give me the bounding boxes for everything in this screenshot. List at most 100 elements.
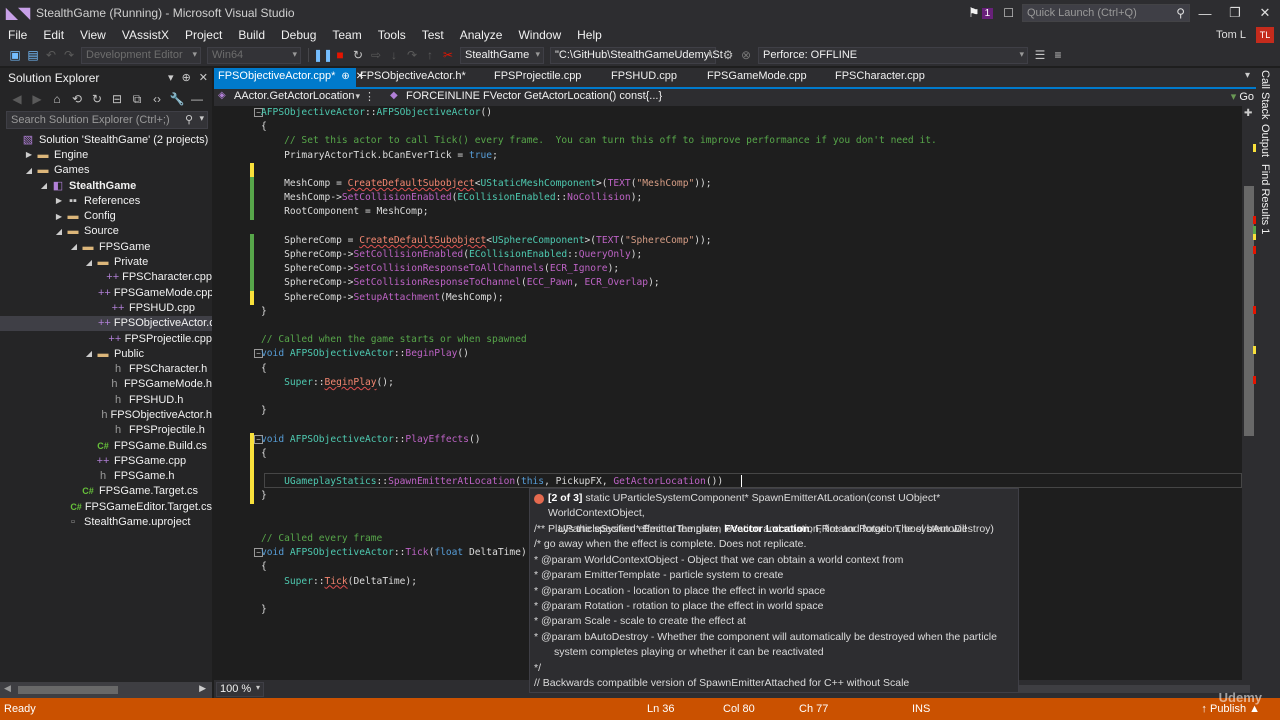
hot-reload-icon[interactable]: ✂ [439, 48, 457, 62]
menu-project[interactable]: Project [177, 28, 230, 42]
code-line[interactable]: } [261, 305, 267, 319]
home-icon[interactable]: ⌂ [48, 92, 66, 106]
collapse-all-icon[interactable]: ⊟ [108, 92, 126, 106]
pause-icon[interactable]: ❚❚ [313, 48, 333, 62]
code-line[interactable]: { [261, 447, 267, 461]
tree-item[interactable]: ▶ ▪▪ References [0, 193, 212, 208]
tab-call-stack[interactable]: Call Stack [1259, 70, 1271, 120]
tree-item[interactable]: ++ FPSGameMode.cpp [0, 285, 212, 300]
code-line[interactable]: { [261, 120, 267, 134]
restart-icon[interactable]: ↻ [349, 48, 367, 62]
tree-item[interactable]: C# FPSGame.Target.cs [0, 484, 212, 499]
menu-help[interactable]: Help [569, 28, 610, 42]
tree-item[interactable]: ++FPSObjectiveActor.cpp [0, 315, 212, 331]
code-line[interactable]: MeshComp = CreateDefaultSubobject<UStati… [261, 177, 711, 191]
pin-icon[interactable]: ⊕ [182, 71, 191, 84]
tree-item[interactable]: h FPSObjectiveActor.h [0, 407, 212, 422]
menu-edit[interactable]: Edit [35, 28, 72, 42]
code-line[interactable]: MeshComp->SetCollisionEnabled(ECollision… [261, 191, 642, 205]
comment-icon[interactable]: ≡ [1049, 48, 1067, 62]
code-line[interactable]: { [261, 362, 267, 376]
close-button[interactable]: ✕ [1250, 5, 1280, 21]
menu-build[interactable]: Build [230, 28, 273, 42]
format-icon[interactable]: ☰ [1031, 48, 1049, 62]
undo-icon[interactable]: ↶ [42, 48, 60, 62]
tree-item[interactable]: ◢ ▬ Public [0, 346, 212, 361]
cancel-icon[interactable]: ⊗ [737, 48, 755, 62]
forward-icon[interactable]: ▶ [28, 92, 46, 106]
tree-item[interactable]: h FPSCharacter.h [0, 361, 212, 376]
scroll-right-icon[interactable]: ▶ [199, 683, 206, 694]
solution-explorer-search-input[interactable]: Search Solution Explorer (Ctrl+;) ⚲ ▾ [6, 111, 208, 129]
expand-arrow-icon[interactable]: ▶ [53, 212, 65, 221]
tab-file[interactable]: FPSGameMode.cpp [703, 68, 831, 87]
menu-file[interactable]: File [0, 28, 35, 42]
tree-item[interactable]: C# FPSGameEditor.Target.cs [0, 499, 212, 514]
tab-file[interactable]: FPSObjectiveActor.h* [356, 68, 490, 87]
add-icon[interactable]: ✚ [1244, 108, 1252, 119]
dropdown-icon[interactable]: ▾ [168, 71, 174, 84]
horizontal-scrollbar[interactable]: ◀ ▶ [0, 682, 212, 698]
minimize-button[interactable]: — [1190, 6, 1220, 21]
avatar[interactable]: TL [1256, 27, 1274, 43]
tree-item[interactable]: ++ FPSProjectile.cpp [0, 331, 212, 346]
code-line[interactable]: RootComponent = MeshComp; [261, 205, 428, 219]
code-line[interactable]: // Called every frame [261, 532, 382, 546]
properties-icon[interactable]: 🔧 [168, 92, 186, 106]
command-line-select[interactable]: "C:\GitHub\StealthGameUdemy\St ▾ [550, 46, 723, 64]
tab-file[interactable]: FPSObjectiveActor.cpp* ⊕ ✕ [214, 68, 364, 87]
step-into-icon[interactable]: ↓ [385, 48, 403, 62]
chevron-down-icon[interactable]: ▾ [199, 113, 204, 124]
tree-item[interactable]: ◢ ▬ Private [0, 254, 212, 269]
menu-team[interactable]: Team [324, 28, 369, 42]
feedback-icon[interactable]: ☐ [1003, 6, 1014, 20]
tree-item[interactable]: h FPSGame.h [0, 469, 212, 484]
tree-item[interactable]: ◢ ▬ Games [0, 163, 212, 178]
step-over-icon[interactable]: ↷ [403, 48, 421, 62]
user-name[interactable]: Tom L [1216, 29, 1246, 41]
tree-item[interactable]: h FPSHUD.h [0, 392, 212, 407]
overload-indicator[interactable]: [2 of 3] [548, 492, 582, 504]
collapse-arrow-icon[interactable]: ◢ [83, 258, 95, 267]
menu-window[interactable]: Window [510, 28, 569, 42]
member-select[interactable]: ◆ FORCEINLINE FVector GetActorLocation()… [386, 90, 1206, 105]
tree-item[interactable]: ▫ StealthGame.uproject [0, 514, 212, 529]
vertical-scrollbar[interactable]: ✚ [1242, 106, 1256, 680]
tab-file[interactable]: FPSCharacter.cpp [831, 68, 941, 87]
code-line[interactable]: } [261, 489, 267, 503]
show-next-statement-icon[interactable]: ⇨ [367, 48, 385, 62]
tree-item[interactable]: ◢ ▬ Source [0, 224, 212, 239]
tree-item[interactable]: ◢ ◧ StealthGame [0, 178, 212, 193]
collapse-arrow-icon[interactable]: ◢ [23, 166, 35, 175]
tree-item[interactable]: ++ FPSGame.cpp [0, 453, 212, 468]
menu-test[interactable]: Test [414, 28, 452, 42]
scrollbar-thumb[interactable] [18, 686, 118, 694]
perforce-status-select[interactable]: Perforce: OFFLINE ▾ [758, 46, 1028, 64]
code-line[interactable]: void AFPSObjectiveActor::Tick(float Delt… [261, 546, 527, 560]
code-line[interactable]: void AFPSObjectiveActor::PlayEffects() [261, 433, 481, 447]
notification-count-badge[interactable]: 1 [981, 7, 994, 19]
tree-item[interactable]: C# FPSGame.Build.cs [0, 438, 212, 453]
collapse-arrow-icon[interactable]: ◢ [53, 227, 65, 236]
code-line[interactable]: SphereComp->SetCollisionResponseToAllCha… [261, 262, 619, 276]
sync-icon[interactable]: ⟲ [68, 92, 86, 106]
stop-icon[interactable]: ■ [331, 48, 349, 62]
code-line[interactable]: } [261, 404, 267, 418]
back-icon[interactable]: ◀ [8, 92, 26, 106]
tree-item[interactable]: h FPSProjectile.h [0, 423, 212, 438]
code-line[interactable]: SphereComp->SetCollisionResponseToChanne… [261, 276, 660, 290]
scroll-left-icon[interactable]: ◀ [4, 683, 11, 694]
save-all-icon[interactable]: ▤ [24, 48, 42, 62]
menu-analyze[interactable]: Analyze [452, 28, 511, 42]
tab-find-results[interactable]: Find Results 1 [1259, 164, 1271, 234]
tree-item[interactable]: ▶ ▬ Config [0, 208, 212, 223]
expand-arrow-icon[interactable]: ▶ [23, 150, 35, 159]
code-line[interactable]: Super::Tick(DeltaTime); [261, 575, 417, 589]
pin-icon[interactable]: ⊕ [341, 71, 349, 82]
code-line[interactable]: Super::BeginPlay(); [261, 376, 394, 390]
code-line[interactable]: // Called when the game starts or when s… [261, 333, 527, 347]
scope-select[interactable]: ◈ AActor.GetActorLocation ▾ [214, 90, 364, 105]
quick-launch-input[interactable]: Quick Launch (Ctrl+Q) ⚲ [1022, 4, 1190, 22]
tree-item[interactable]: ++ FPSHUD.cpp [0, 300, 212, 315]
code-line[interactable]: } [261, 603, 267, 617]
